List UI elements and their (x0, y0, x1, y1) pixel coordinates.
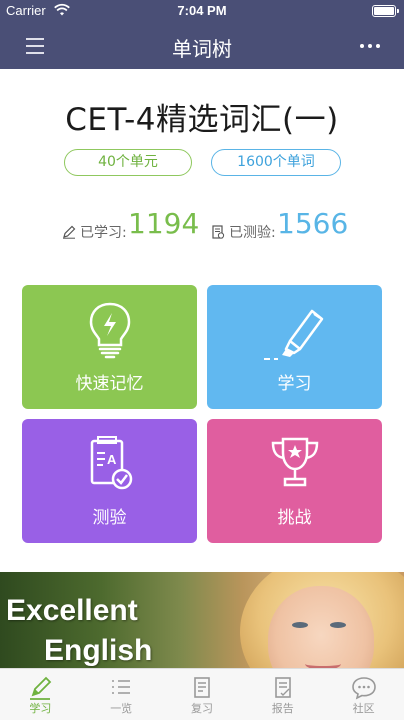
page-title: 单词树 (172, 37, 232, 61)
chat-bubble-icon (351, 677, 376, 700)
tile-label: 学习 (277, 374, 312, 394)
tab-review[interactable]: 复习 (162, 669, 243, 720)
status-bar: Carrier 7:04 PM (0, 0, 404, 22)
report-icon (274, 677, 291, 698)
tab-study[interactable]: 学习 (0, 669, 81, 720)
status-time: 7:04 PM (177, 3, 227, 18)
highlighter-icon (263, 309, 323, 360)
tile-label: 快速记忆 (75, 374, 144, 394)
progress-stats: 已学习: 1194 已测验: 1566 (0, 205, 404, 245)
pencil-icon (63, 225, 76, 239)
tile-label: 挑战 (277, 508, 312, 528)
promo-banner[interactable]: Excellent English (0, 572, 404, 668)
study-tile[interactable]: 学习 (207, 285, 382, 409)
words-count-badge: 1600个单词 (211, 149, 341, 176)
list-icon (112, 680, 131, 694)
quiz-clipboard-icon: A (90, 436, 132, 490)
tab-label: 学习 (29, 702, 52, 715)
trophy-icon (271, 437, 318, 487)
more-dots-icon[interactable] (358, 36, 382, 56)
tile-label: 测验 (92, 508, 127, 528)
tab-overview[interactable]: 一览 (81, 669, 162, 720)
tab-label: 报告 (271, 702, 294, 715)
quick-memory-tile[interactable]: 快速记忆 (22, 285, 197, 409)
banner-text-line1: Excellent (6, 594, 138, 627)
document-icon (194, 677, 210, 698)
learned-label: 已学习: (80, 225, 127, 241)
tested-label: 已测验: (229, 225, 276, 241)
tab-label: 一览 (110, 702, 133, 715)
svg-text:A: A (107, 452, 117, 467)
tab-label: 社区 (352, 702, 375, 715)
tab-community[interactable]: 社区 (323, 669, 404, 720)
learned-count: 1194 (128, 207, 200, 240)
challenge-tile[interactable]: 挑战 (207, 419, 382, 543)
tab-report[interactable]: 报告 (242, 669, 323, 720)
test-doc-icon (212, 225, 225, 239)
nav-bar: 单词树 (0, 22, 404, 69)
battery-icon (372, 5, 399, 17)
quiz-tile[interactable]: A 测验 (22, 419, 197, 543)
book-title: CET-4精选词汇(一) (65, 102, 339, 138)
top-bar: Carrier 7:04 PM 单词树 (0, 0, 404, 69)
tab-label: 复习 (190, 702, 213, 715)
banner-text-line2: English (44, 634, 153, 667)
tested-count: 1566 (277, 207, 349, 240)
pen-icon (30, 676, 52, 700)
tab-bar: 学习 一览 复习 报告 社区 (0, 668, 404, 720)
units-count-badge: 40个单元 (64, 149, 192, 176)
lightbulb-icon (89, 302, 130, 359)
